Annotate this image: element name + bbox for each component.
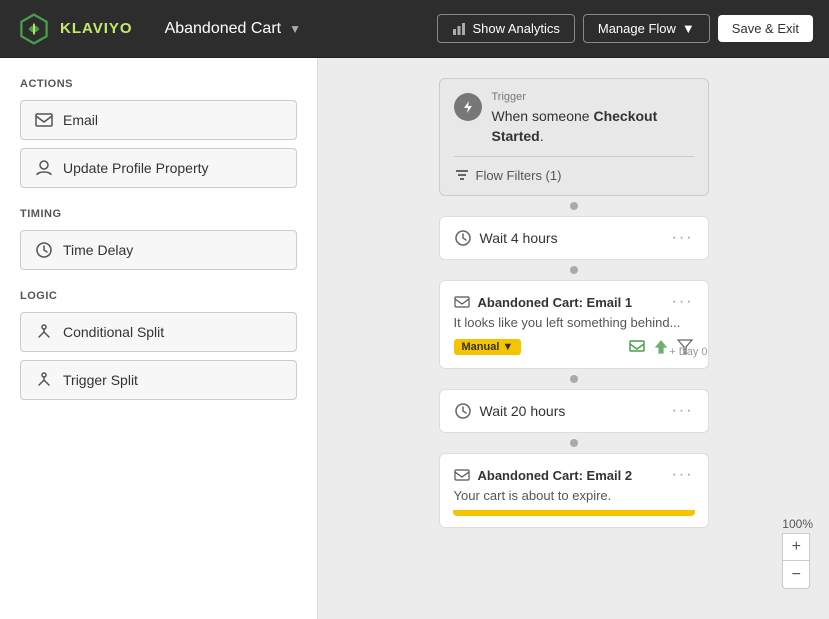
email-icon bbox=[35, 111, 53, 129]
sidebar-item-conditional-split[interactable]: Conditional Split bbox=[20, 312, 297, 352]
wait-20-label: Wait 20 hours bbox=[480, 403, 566, 419]
wait-20-hours-card: Wait 20 hours ··· bbox=[439, 389, 709, 433]
sidebar-item-time-delay[interactable]: Time Delay bbox=[20, 230, 297, 270]
connector-1 bbox=[570, 202, 578, 210]
flow-filters-row[interactable]: Flow Filters (1) bbox=[454, 156, 694, 183]
email-1-menu[interactable]: ··· bbox=[672, 293, 694, 311]
wait-4-label: Wait 4 hours bbox=[480, 230, 558, 246]
email-1-footer: Manual ▼ bbox=[454, 338, 694, 356]
logo-area: KLAVIYO bbox=[16, 11, 133, 47]
flow-title-dropdown[interactable]: ▼ bbox=[289, 22, 301, 36]
wait-left: Wait 4 hours bbox=[454, 229, 558, 247]
wait-clock-icon bbox=[454, 229, 472, 247]
save-exit-button[interactable]: Save & Exit bbox=[718, 15, 813, 42]
actions-section: ACTIONS Email Update Profile Property bbox=[20, 78, 297, 188]
email-2-title-row: Abandoned Cart: Email 2 bbox=[454, 467, 633, 483]
email-1-header: Abandoned Cart: Email 1 ··· bbox=[454, 293, 694, 311]
sidebar-item-email[interactable]: Email bbox=[20, 100, 297, 140]
day-label-1: + Day 0 bbox=[669, 346, 707, 358]
wait-20-menu[interactable]: ··· bbox=[672, 402, 694, 420]
logic-label: LOGIC bbox=[20, 290, 297, 302]
email-2-card: Abandoned Cart: Email 2 ··· Your cart is… bbox=[439, 453, 709, 528]
filter-list-icon bbox=[454, 167, 470, 183]
trigger-label: Trigger bbox=[492, 91, 694, 103]
zoom-in-button[interactable]: + bbox=[782, 533, 810, 561]
conditional-split-label: Conditional Split bbox=[63, 324, 164, 340]
update-profile-label: Update Profile Property bbox=[63, 160, 209, 176]
clock-icon bbox=[35, 241, 53, 259]
flow-title-area: Abandoned Cart ▼ bbox=[165, 20, 422, 38]
conditional-split-icon bbox=[35, 323, 53, 341]
email-1-title: Abandoned Cart: Email 1 bbox=[478, 295, 633, 310]
timing-label: TIMING bbox=[20, 208, 297, 220]
trigger-text: When someone Checkout Started. bbox=[492, 107, 694, 146]
email-action-icon-2[interactable] bbox=[652, 338, 670, 356]
time-delay-label: Time Delay bbox=[63, 242, 133, 258]
email-1-body: It looks like you left something behind.… bbox=[454, 315, 694, 330]
connector-4 bbox=[570, 439, 578, 447]
zoom-percent: 100% bbox=[782, 517, 813, 531]
timing-section: TIMING Time Delay bbox=[20, 208, 297, 270]
connector-3 bbox=[570, 375, 578, 383]
sidebar-item-trigger-split[interactable]: Trigger Split bbox=[20, 360, 297, 400]
email-2-title: Abandoned Cart: Email 2 bbox=[478, 468, 633, 483]
manage-flow-button[interactable]: Manage Flow ▼ bbox=[583, 14, 710, 43]
flow-filters-label: Flow Filters (1) bbox=[476, 168, 562, 183]
email-2-header: Abandoned Cart: Email 2 ··· bbox=[454, 466, 694, 484]
profile-icon bbox=[35, 159, 53, 177]
email-1-title-row: Abandoned Cart: Email 1 bbox=[454, 294, 633, 310]
main-layout: ACTIONS Email Update Profile Property TI… bbox=[0, 58, 829, 619]
zoom-controls: 100% + − bbox=[782, 517, 813, 589]
email-1-icon bbox=[454, 294, 470, 310]
email-2-icon bbox=[454, 467, 470, 483]
sidebar: ACTIONS Email Update Profile Property TI… bbox=[0, 58, 318, 619]
show-analytics-button[interactable]: Show Analytics bbox=[437, 14, 574, 43]
flow-canvas: Trigger When someone Checkout Started. F… bbox=[318, 58, 829, 619]
email-1-card: Abandoned Cart: Email 1 ··· It looks lik… bbox=[439, 280, 709, 369]
logic-section: LOGIC Conditional Split Trigger Split bbox=[20, 290, 297, 400]
email-2-status-bar bbox=[453, 510, 695, 516]
analytics-icon bbox=[452, 22, 466, 36]
trigger-card: Trigger When someone Checkout Started. F… bbox=[439, 78, 709, 196]
sidebar-item-update-profile[interactable]: Update Profile Property bbox=[20, 148, 297, 188]
actions-label: ACTIONS bbox=[20, 78, 297, 90]
email-action-icon-1[interactable] bbox=[628, 338, 646, 356]
klaviyo-logo-icon bbox=[16, 11, 52, 47]
wait-4-menu[interactable]: ··· bbox=[672, 229, 694, 247]
connector-2 bbox=[570, 266, 578, 274]
trigger-split-icon bbox=[35, 371, 53, 389]
manual-badge[interactable]: Manual ▼ bbox=[454, 339, 522, 355]
lightning-icon bbox=[461, 100, 475, 114]
top-nav: KLAVIYO Abandoned Cart ▼ Show Analytics … bbox=[0, 0, 829, 58]
wait-20-clock-icon bbox=[454, 402, 472, 420]
trigger-content: Trigger When someone Checkout Started. bbox=[492, 91, 694, 146]
zoom-out-button[interactable]: − bbox=[782, 561, 810, 589]
trigger-icon-circle bbox=[454, 93, 482, 121]
email-label: Email bbox=[63, 112, 98, 128]
email-2-menu[interactable]: ··· bbox=[672, 466, 694, 484]
email-2-body: Your cart is about to expire. bbox=[454, 488, 694, 503]
wait-4-hours-card: Wait 4 hours ··· bbox=[439, 216, 709, 260]
klaviyo-logo-text: KLAVIYO bbox=[60, 20, 133, 37]
wait-20-left: Wait 20 hours bbox=[454, 402, 566, 420]
trigger-split-label: Trigger Split bbox=[63, 372, 138, 388]
flow-title: Abandoned Cart bbox=[165, 20, 282, 38]
nav-actions: Show Analytics Manage Flow ▼ Save & Exit bbox=[437, 14, 813, 43]
